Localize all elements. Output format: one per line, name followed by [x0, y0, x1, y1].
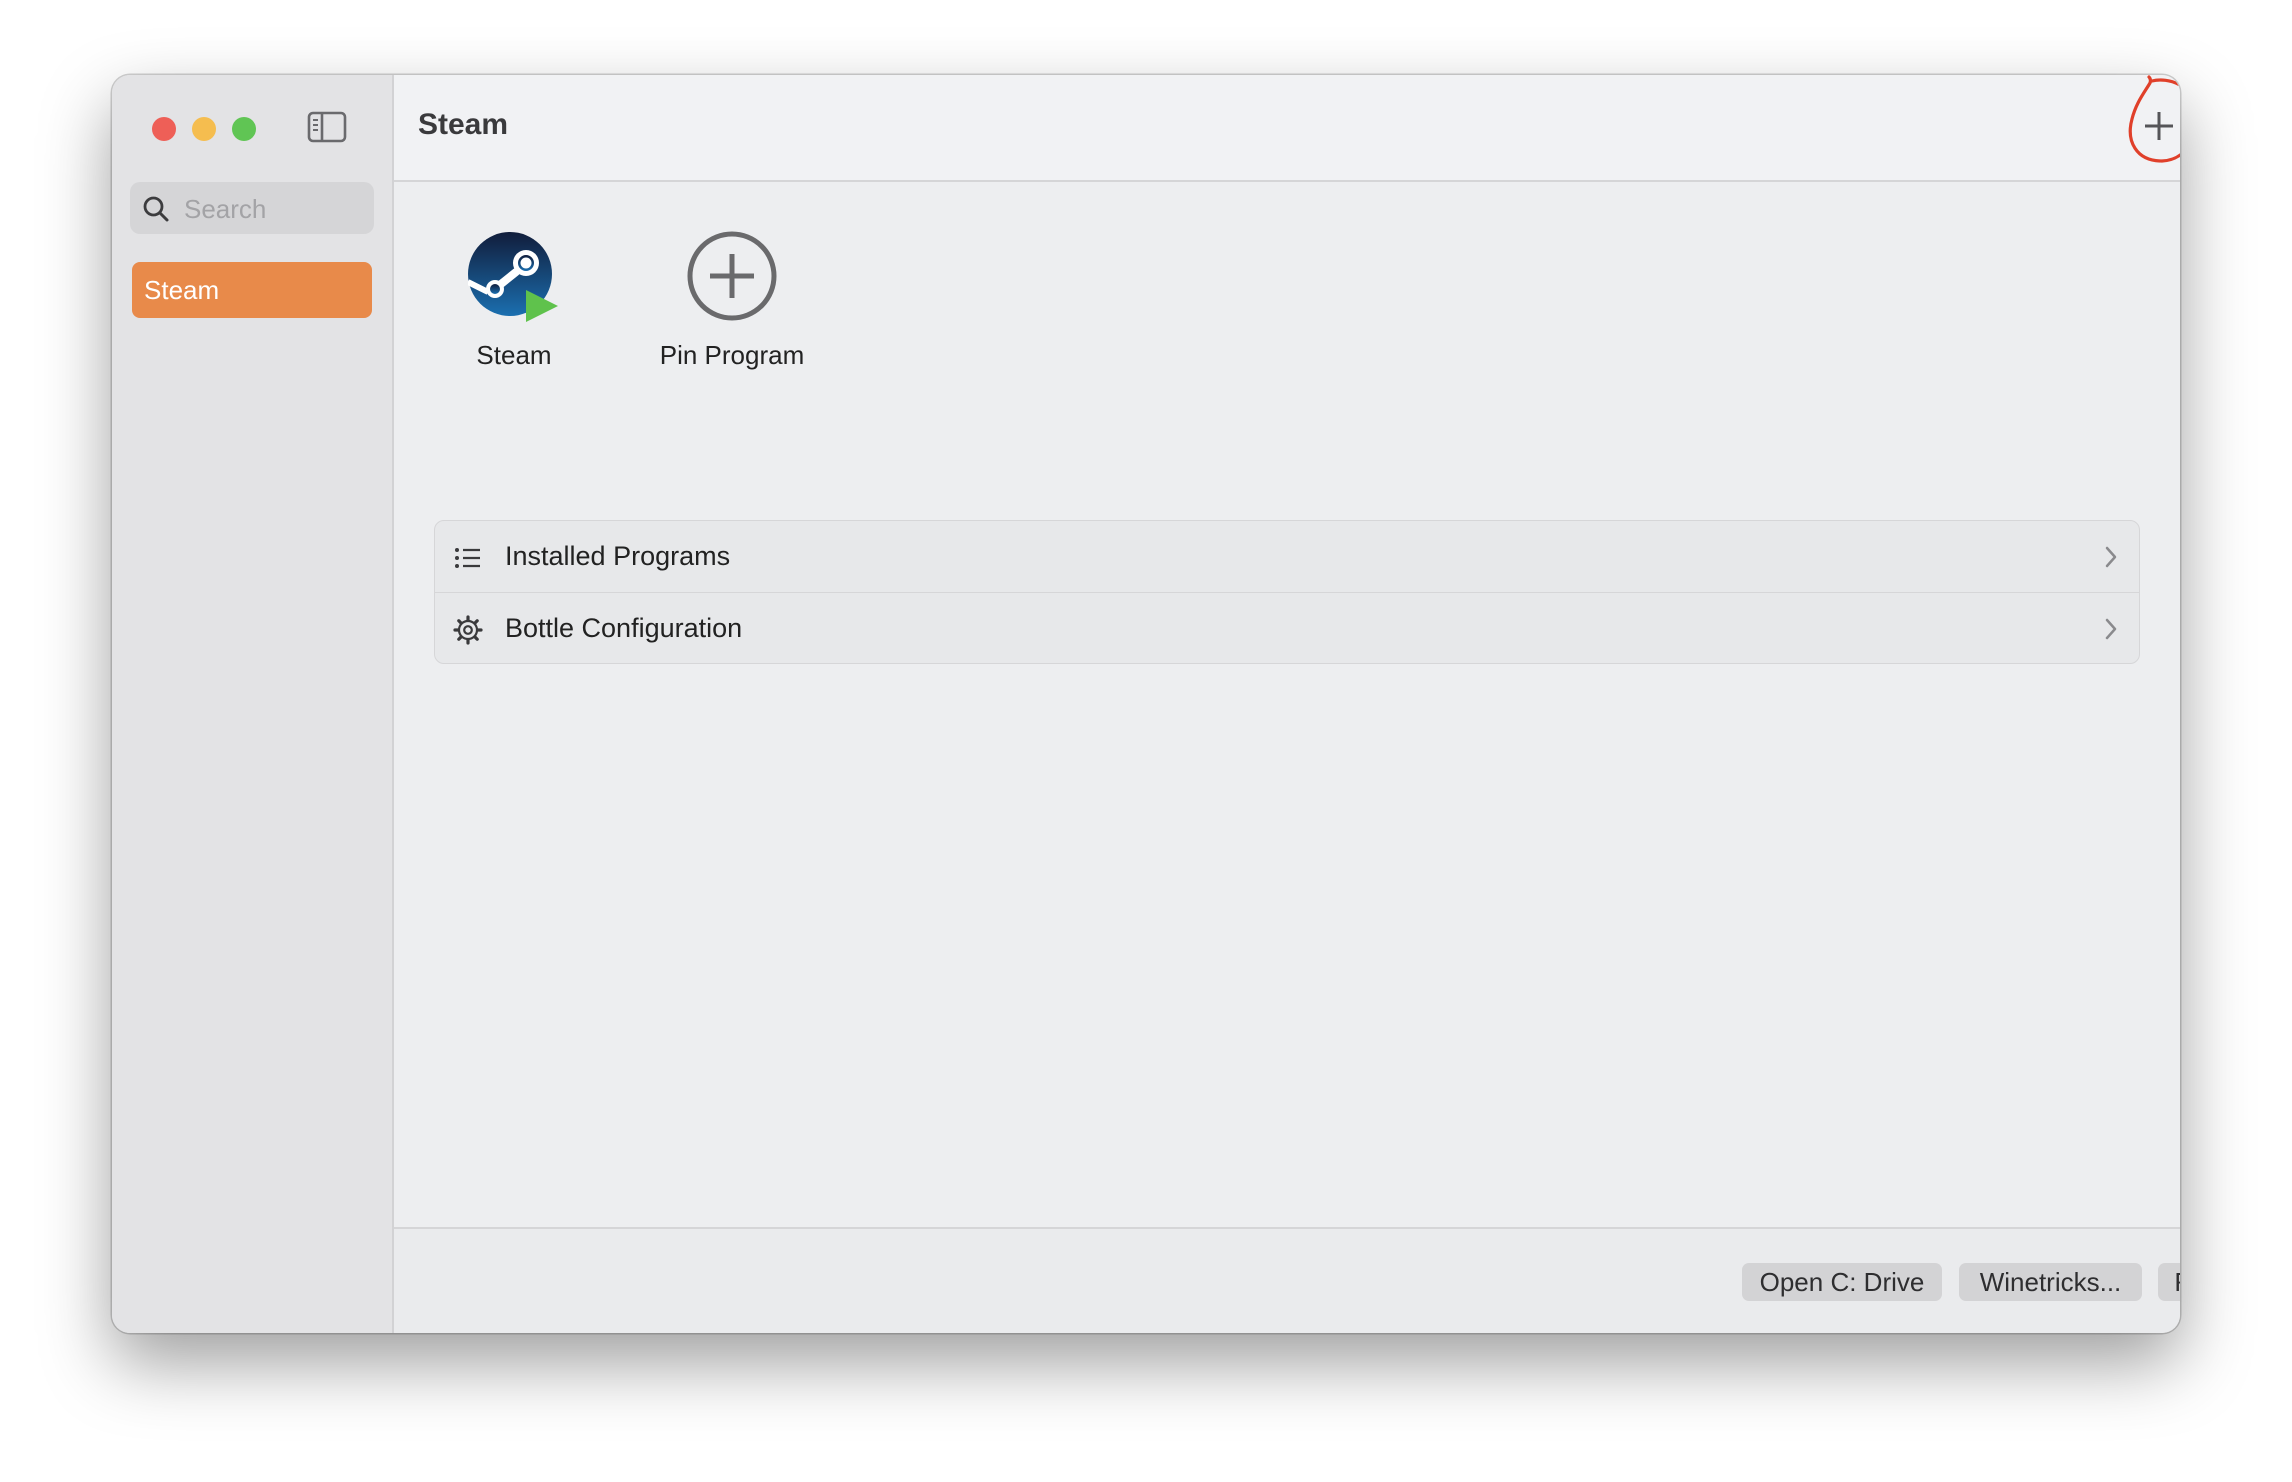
zoom-window-button[interactable] [232, 117, 256, 141]
sidebar-toggle-icon[interactable] [307, 111, 347, 143]
run-button[interactable]: Run... [2158, 1263, 2180, 1301]
sidebar-item-steam[interactable]: Steam [132, 262, 372, 318]
steam-icon [468, 232, 558, 322]
plus-icon[interactable] [2128, 95, 2180, 157]
list-item-label: Installed Programs [505, 541, 731, 571]
list-item-label: Bottle Configuration [505, 613, 743, 643]
search-input[interactable] [182, 182, 366, 236]
close-window-button[interactable] [152, 117, 176, 141]
pinned-program-label: Steam [476, 340, 552, 370]
pinned-program-steam[interactable]: Steam [414, 230, 614, 371]
app-window: Steam Steam [112, 75, 2180, 1333]
sidebar: Steam [112, 75, 394, 1333]
sidebar-item-label: Steam [144, 275, 220, 305]
list-icon [455, 548, 480, 568]
page-title: Steam [418, 108, 509, 141]
minimize-window-button[interactable] [192, 117, 216, 141]
main-pane: Steam Steam Pin Program Installed Progra… [394, 75, 2180, 1333]
pin-program-label: Pin Program [659, 340, 805, 370]
footer-bar: Open C: Drive Winetricks... Run... [394, 1227, 2180, 1333]
sidebar-search[interactable] [130, 182, 374, 236]
bottle-options-list: Installed Programs Bottle Configuration [434, 520, 2140, 664]
plus-circle-icon [687, 231, 777, 321]
gear-icon [453, 615, 483, 645]
toolbar: Steam [394, 75, 2180, 182]
pin-program-button[interactable]: Pin Program [632, 230, 832, 371]
winetricks-button[interactable]: Winetricks... [1959, 1263, 2142, 1301]
open-c-drive-button[interactable]: Open C: Drive [1742, 1263, 1942, 1301]
chevron-right-icon [2105, 546, 2117, 568]
chevron-right-icon [2105, 618, 2117, 640]
list-item-bottle-configuration[interactable]: Bottle Configuration [435, 592, 2139, 664]
list-item-installed-programs[interactable]: Installed Programs [435, 521, 2139, 592]
search-icon [143, 196, 169, 222]
